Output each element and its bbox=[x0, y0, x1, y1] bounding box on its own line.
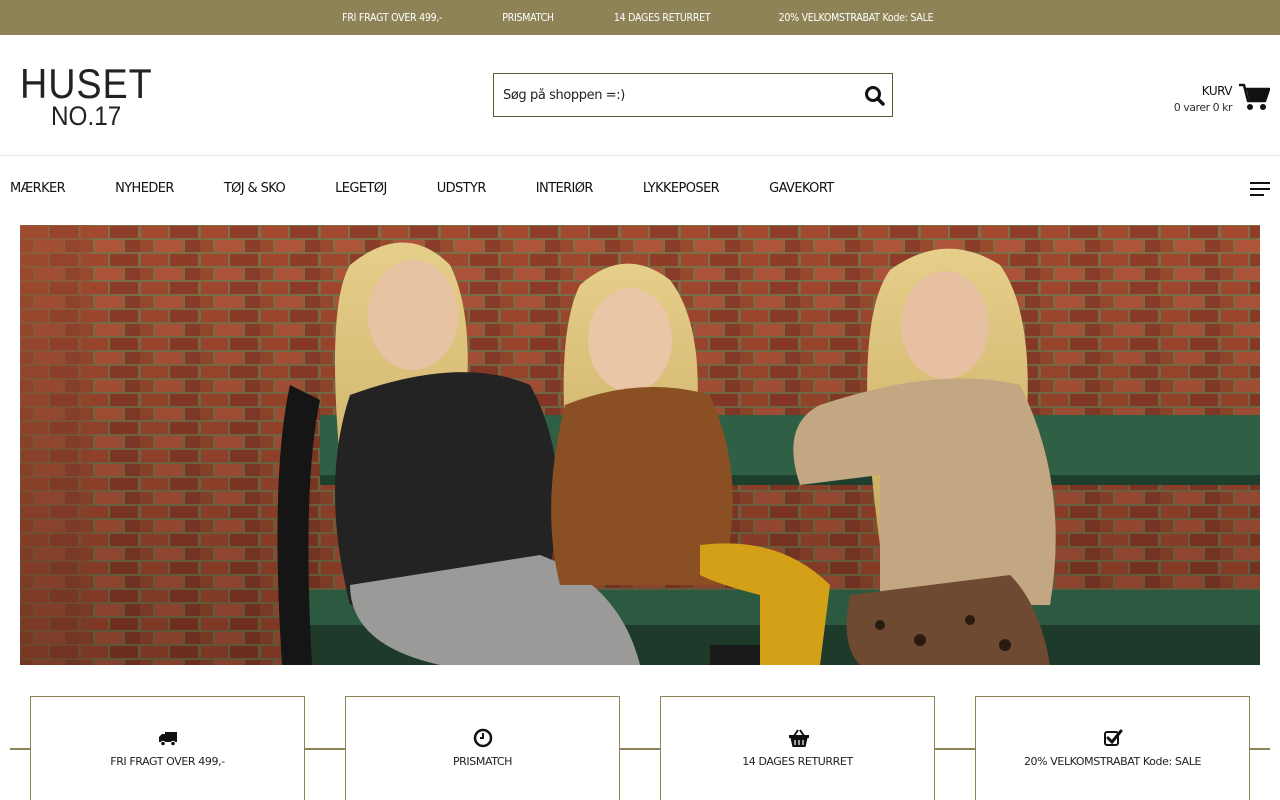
cart-icon[interactable] bbox=[1238, 82, 1271, 117]
site-logo[interactable]: HUSET NO.17 bbox=[20, 63, 160, 133]
cart-title: KURV bbox=[1201, 84, 1233, 98]
nav-item-gift-cards[interactable]: GAVEKORT bbox=[769, 181, 834, 196]
promo-free-shipping: FRI FRAGT OVER 499,- bbox=[341, 11, 442, 24]
hero-banner[interactable] bbox=[20, 225, 1260, 665]
usp-box-pricematch: PRISMATCH bbox=[345, 696, 620, 800]
search-icon[interactable] bbox=[864, 85, 886, 107]
nav-item-equipment[interactable]: UDSTYR bbox=[437, 181, 487, 196]
cart-widget[interactable]: KURV 0 varer 0 kr bbox=[1173, 79, 1271, 119]
clock-icon bbox=[473, 728, 493, 748]
nav-item-toys[interactable]: LEGETØJ bbox=[335, 181, 387, 196]
usp-box-returns: 14 DAGES RETURRET bbox=[660, 696, 935, 800]
nav-item-lucky-bags[interactable]: LYKKEPOSER bbox=[643, 181, 720, 196]
search-box bbox=[493, 73, 893, 117]
usp-label: PRISMATCH bbox=[452, 755, 513, 768]
nav-item-brands[interactable]: MÆRKER bbox=[10, 181, 66, 196]
promo-price-match: PRISMATCH bbox=[502, 11, 554, 24]
usp-box-shipping: FRI FRAGT OVER 499,- bbox=[30, 696, 305, 800]
usp-label: 14 DAGES RETURRET bbox=[742, 755, 853, 768]
usp-label: 20% VELKOMSTRABAT Kode: SALE bbox=[1023, 755, 1202, 768]
cart-text: KURV 0 varer 0 kr bbox=[1173, 84, 1233, 114]
main-nav: MÆRKER NYHEDER TØJ & SKO LEGETØJ UDSTYR … bbox=[0, 156, 1280, 224]
promo-bar: FRI FRAGT OVER 499,- PRISMATCH 14 DAGES … bbox=[0, 0, 1280, 35]
logo-line-2: NO.17 bbox=[51, 101, 122, 131]
checkbox-icon bbox=[1103, 728, 1123, 748]
search-input[interactable] bbox=[494, 75, 834, 115]
nav-item-interior[interactable]: INTERIØR bbox=[536, 181, 594, 196]
usp-label: FRI FRAGT OVER 499,- bbox=[110, 755, 225, 768]
basket-icon bbox=[788, 728, 809, 748]
usp-box-discount: 20% VELKOMSTRABAT Kode: SALE bbox=[975, 696, 1250, 800]
cart-summary: 0 varer 0 kr bbox=[1173, 101, 1233, 114]
hero-image bbox=[20, 225, 1260, 665]
truck-icon bbox=[158, 728, 178, 748]
nav-list: MÆRKER NYHEDER TØJ & SKO LEGETØJ UDSTYR … bbox=[10, 181, 884, 196]
site-header: HUSET NO.17 KURV 0 varer 0 kr bbox=[0, 35, 1280, 156]
hamburger-icon[interactable] bbox=[1250, 182, 1270, 198]
promo-welcome-discount: 20% VELKOMSTRABAT Kode: SALE bbox=[779, 11, 934, 24]
nav-item-clothes-shoes[interactable]: TØJ & SKO bbox=[224, 181, 286, 196]
logo-line-1: HUSET bbox=[20, 60, 153, 107]
promo-return-policy: 14 DAGES RETURRET bbox=[614, 11, 711, 24]
nav-item-news[interactable]: NYHEDER bbox=[115, 181, 174, 196]
